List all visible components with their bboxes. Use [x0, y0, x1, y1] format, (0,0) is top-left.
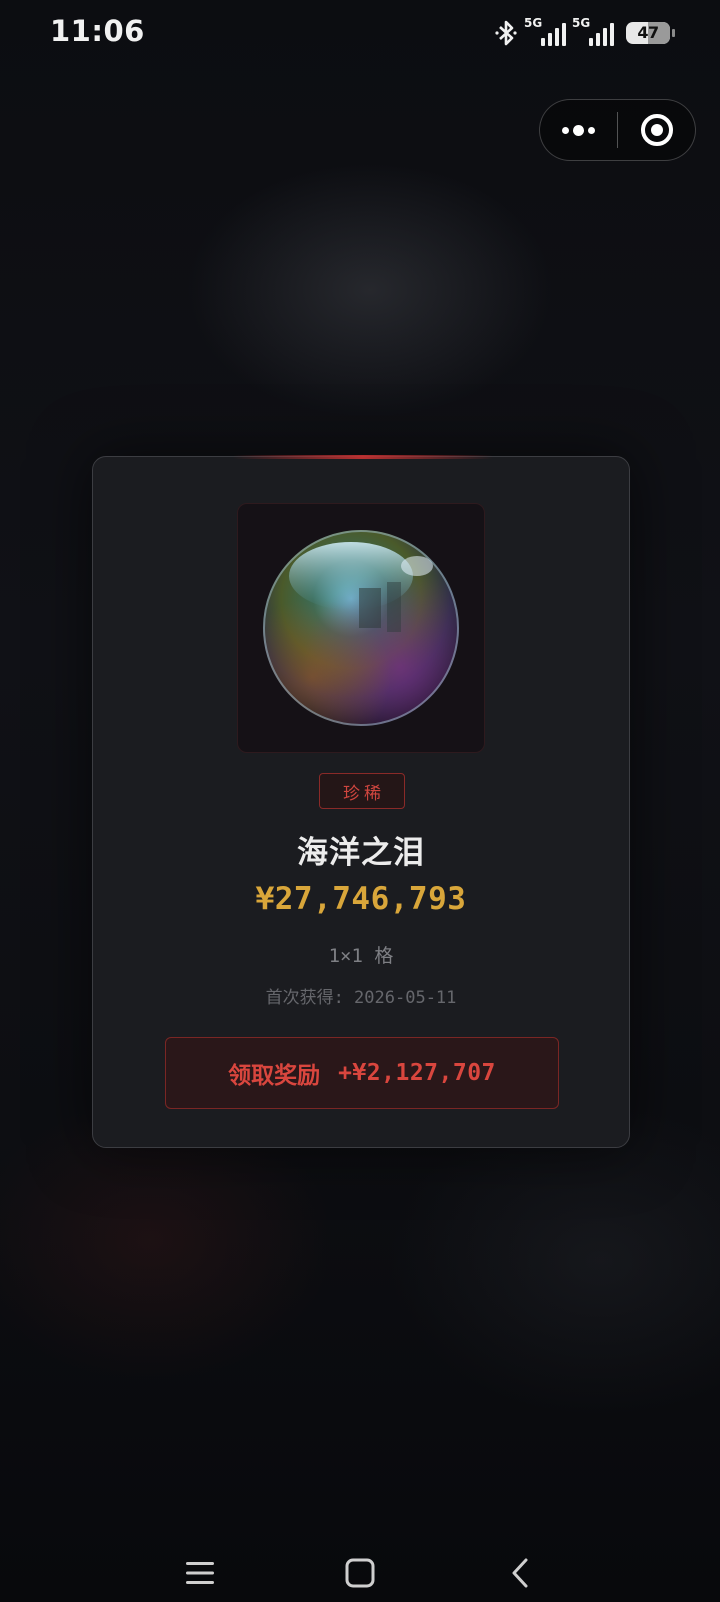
- status-bar: 11:06 5G 5G 47: [0, 0, 720, 66]
- item-grid-size: 1×1 格: [328, 945, 394, 967]
- signal-5g-icon: 5G: [524, 16, 566, 48]
- ocean-tear-orb-icon: [263, 530, 459, 726]
- home-button[interactable]: [330, 1548, 390, 1598]
- menu-icon: [186, 1562, 214, 1584]
- system-nav-bar: [0, 1540, 720, 1602]
- target-close-icon: [640, 114, 673, 146]
- rarity-badge: 珍稀: [319, 773, 405, 809]
- network-type-label: 5G: [524, 16, 543, 30]
- bluetooth-icon: [495, 20, 517, 46]
- claim-amount: +¥2,127,707: [338, 1060, 496, 1086]
- reward-card: 珍稀 海洋之泪 ¥27,746,793 1×1 格 首次获得: 2026-05-…: [92, 455, 630, 1148]
- signal-5g-icon-2: 5G: [572, 16, 614, 48]
- screen: 11:06 5G 5G 47 珍稀 海洋之泪 ¥27,746,793 1×1 格…: [0, 0, 720, 1602]
- back-button[interactable]: [490, 1548, 550, 1598]
- home-icon: [345, 1558, 375, 1588]
- close-mini-program-button[interactable]: [618, 100, 695, 160]
- card-top-glow: [233, 455, 493, 459]
- mini-program-capsule: [539, 99, 696, 161]
- battery-icon: 47: [626, 22, 675, 44]
- more-button[interactable]: [540, 100, 617, 160]
- network-type-label-2: 5G: [572, 16, 591, 30]
- item-price: ¥27,746,793: [255, 881, 467, 917]
- claim-label: 领取奖励: [228, 1063, 321, 1089]
- back-icon: [512, 1558, 528, 1588]
- status-time: 11:06: [50, 14, 145, 48]
- item-name: 海洋之泪: [297, 835, 425, 871]
- battery-level: 47: [637, 23, 659, 42]
- status-icons: 5G 5G 47: [494, 16, 675, 50]
- menu-button[interactable]: [170, 1548, 230, 1598]
- more-dots-icon: [562, 124, 595, 136]
- first-acquired-date: 首次获得: 2026-05-11: [265, 988, 457, 1008]
- item-image-frame: [237, 503, 485, 753]
- claim-reward-button[interactable]: 领取奖励 +¥2,127,707: [165, 1037, 559, 1109]
